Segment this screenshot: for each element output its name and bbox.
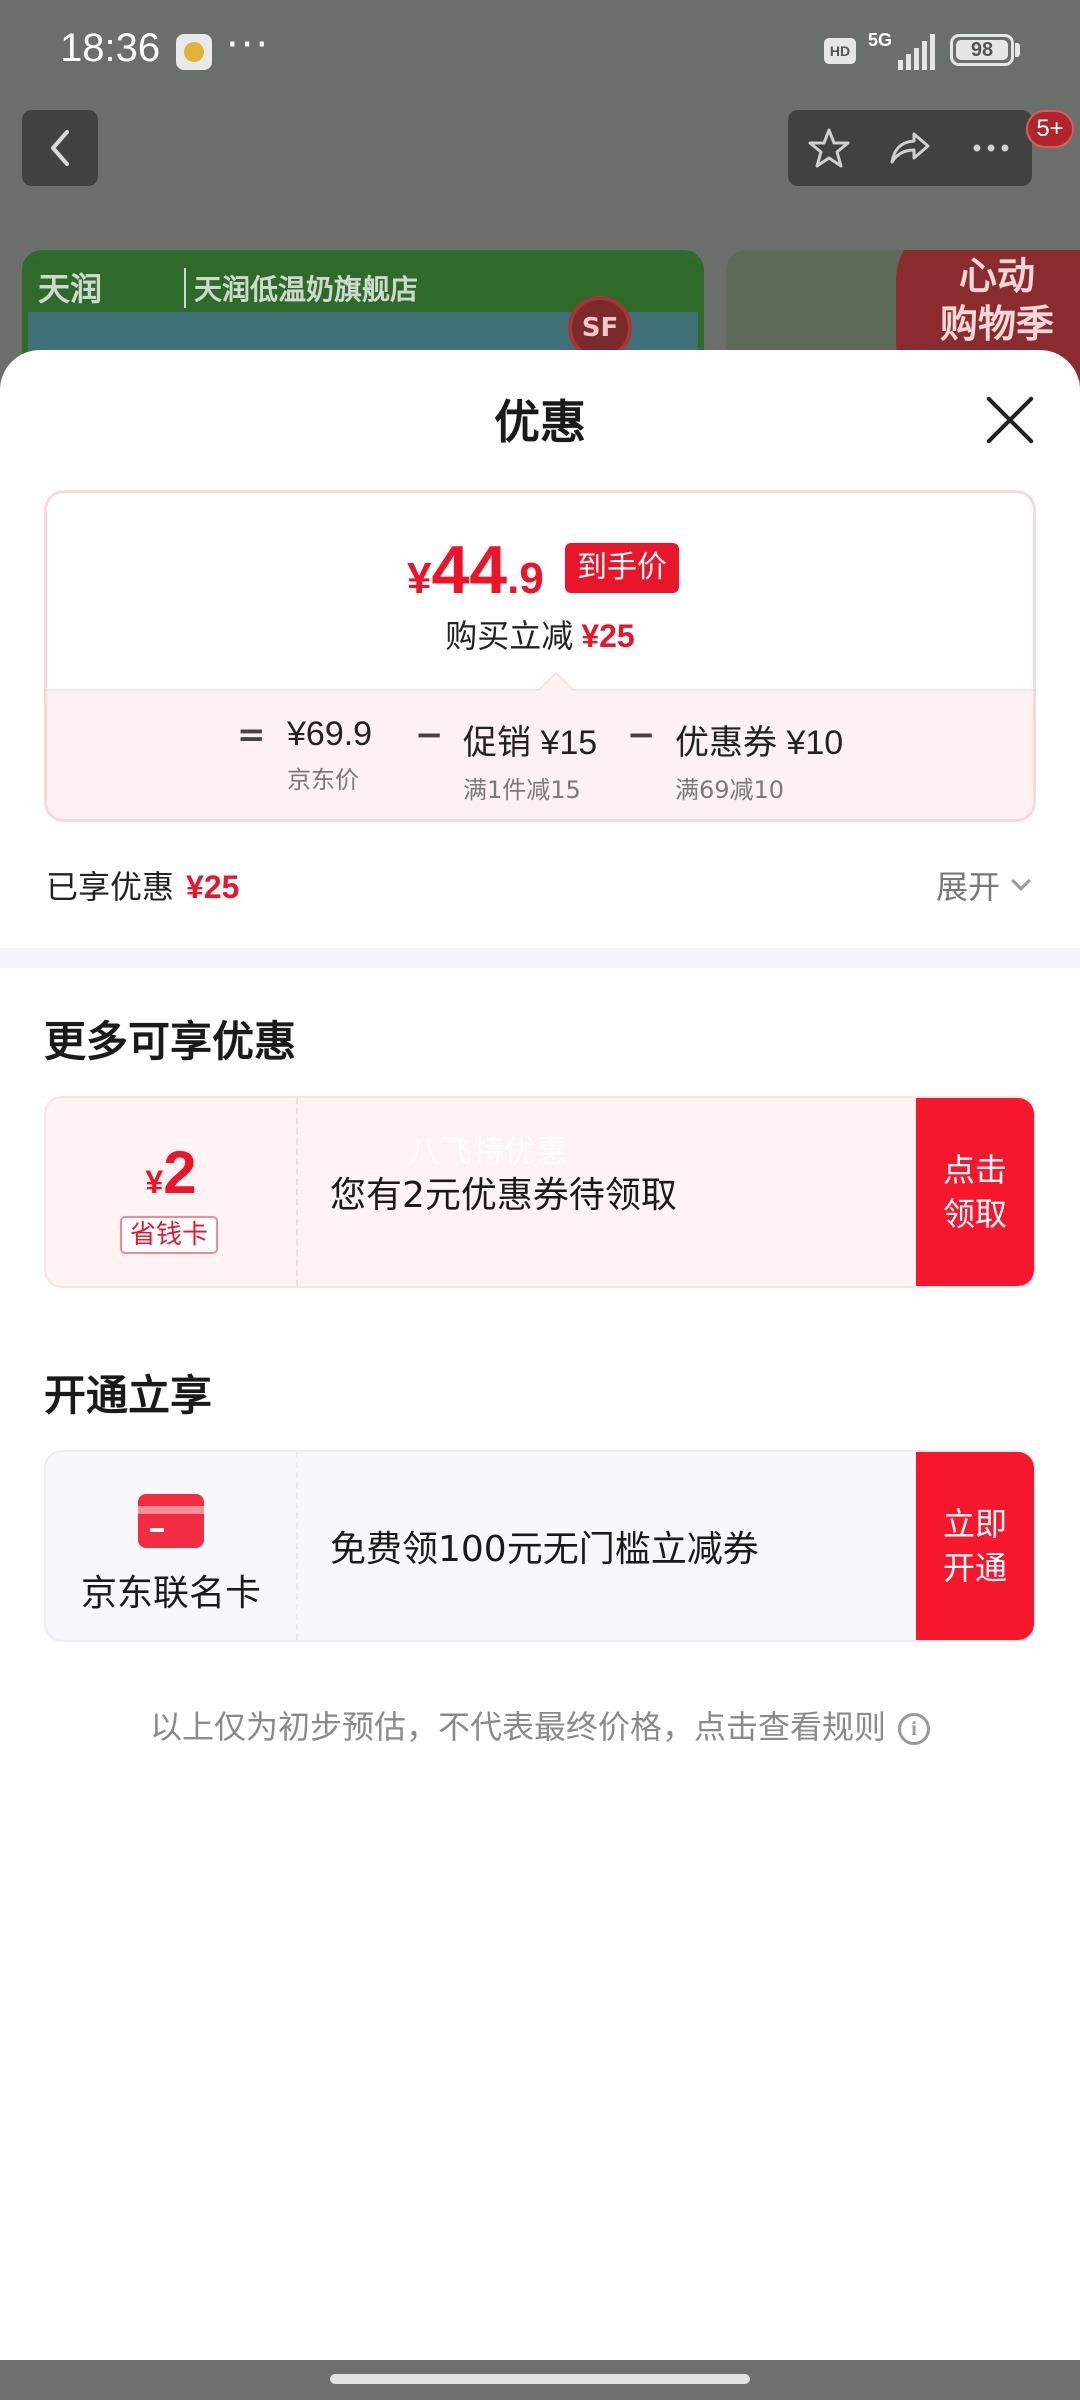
top-actions-bar xyxy=(788,110,1032,186)
coupon-description: 您有2元优惠券待领取 xyxy=(330,1175,677,1216)
close-button[interactable] xyxy=(980,390,1040,450)
network-type: 5G xyxy=(868,30,893,50)
breakdown-main: 优惠券 ¥10 xyxy=(675,724,844,762)
breakdown-promotion: 促销 ¥15 满1件减15 xyxy=(463,715,597,805)
credit-card-icon xyxy=(138,1494,204,1548)
info-icon[interactable]: i xyxy=(898,1713,930,1745)
disclaimer-text: 以上仅为初步预估，不代表最终价格，点击查看规则 xyxy=(149,1708,886,1746)
breakdown-coupon: 优惠券 ¥10 满69减10 xyxy=(675,715,843,805)
breakdown-sub: 京东价 xyxy=(287,766,359,794)
back-button[interactable] xyxy=(22,110,98,186)
status-bar: 18:36 ··· HD 5G 98 xyxy=(0,0,1080,100)
signal-icon xyxy=(898,34,935,70)
minus-sign: − xyxy=(415,715,444,755)
breakdown-main: ¥69.9 xyxy=(287,715,373,753)
price-summary-top: ¥44.9 到手价 购买立减 ¥25 xyxy=(47,493,1033,689)
activate-title: 开通立享 xyxy=(44,1371,213,1420)
section-divider xyxy=(0,948,1080,968)
claim-button-line-1: 点击 xyxy=(942,1151,1007,1189)
enjoyed-amount: ¥25 xyxy=(186,869,240,905)
final-price: ¥44.9 xyxy=(407,531,544,609)
reduction-label: 购买立减 xyxy=(445,617,574,655)
enjoyed-discount: 已享优惠 ¥25 xyxy=(46,862,239,908)
coupon-description-area: 八飞特优惠 您有2元优惠券待领取 xyxy=(298,1098,918,1286)
cobrand-card-offer[interactable]: 京东联名卡 免费领100元无门槛立减券 立即 开通 xyxy=(44,1450,1036,1642)
money-saver-card-tag: 省钱卡 xyxy=(120,1216,219,1254)
weather-icon xyxy=(176,34,212,70)
activate-now-button[interactable]: 立即 开通 xyxy=(916,1452,1034,1640)
breakdown-sub: 满1件减15 xyxy=(463,776,581,804)
favorite-star-icon[interactable] xyxy=(807,126,851,170)
cobrand-description-area: 免费领100元无门槛立减券 xyxy=(298,1452,918,1640)
battery-icon: 98 xyxy=(950,34,1014,66)
battery-tip xyxy=(1015,43,1020,57)
breakdown-jd-price: ¥69.9 京东价 xyxy=(287,715,372,795)
battery-level: 98 xyxy=(956,40,1008,60)
store-name: 天润低温奶旗舰店 xyxy=(184,268,418,308)
coupon-left: ¥2 省钱卡 xyxy=(46,1098,298,1286)
system-nav-bar xyxy=(0,2360,1080,2400)
claim-coupon-button[interactable]: 点击 领取 xyxy=(916,1098,1034,1286)
final-price-decimal: .9 xyxy=(507,554,544,603)
breakdown-main: 促销 ¥15 xyxy=(463,724,598,762)
claim-button-label: 点击 领取 xyxy=(943,1148,1007,1236)
status-time: 18:36 xyxy=(60,26,161,70)
more-notifications-icon: ··· xyxy=(226,22,271,68)
chevron-left-icon xyxy=(51,130,69,166)
more-options-icon[interactable] xyxy=(969,126,1013,170)
price-summary-card: ¥44.9 到手价 购买立减 ¥25 = ¥69.9 京东价 − 促销 ¥15 满… xyxy=(44,490,1036,822)
background-product-page: 18:36 ··· HD 5G 98 5+ 天润 天润低温奶旗舰店 SF 心动 … xyxy=(0,0,1080,380)
cart-count-badge: 5+ xyxy=(1026,110,1074,148)
coupon-amount: ¥2 xyxy=(46,1138,296,1207)
expand-button[interactable]: 展开 xyxy=(936,862,1000,908)
promo-line-2: 购物季 xyxy=(939,302,1054,346)
coupon-currency: ¥ xyxy=(145,1164,164,1200)
coupon-offer-card[interactable]: ¥2 省钱卡 八飞特优惠 您有2元优惠券待领取 点击 领取 xyxy=(44,1096,1036,1288)
share-icon[interactable] xyxy=(888,126,932,170)
home-indicator[interactable] xyxy=(330,2374,750,2384)
cobrand-card-left: 京东联名卡 xyxy=(46,1452,298,1640)
hd-icon: HD xyxy=(824,38,856,64)
minus-sign: − xyxy=(627,715,656,755)
promo-line-1: 心动 xyxy=(958,254,1035,298)
breakdown-sub: 满69减10 xyxy=(675,776,785,804)
final-price-currency: ¥ xyxy=(407,554,432,603)
purchase-reduction: 购买立减 ¥25 xyxy=(47,611,1033,657)
activate-button-line-1: 立即 xyxy=(942,1505,1007,1543)
claim-button-line-2: 领取 xyxy=(942,1195,1007,1233)
activate-button-line-2: 开通 xyxy=(942,1549,1007,1587)
promo-text: 心动 购物季 xyxy=(922,252,1072,348)
activate-button-label: 立即 开通 xyxy=(943,1502,1007,1590)
final-price-tag: 到手价 xyxy=(565,543,679,593)
cobrand-description: 免费领100元无门槛立减券 xyxy=(330,1529,759,1570)
sheet-title: 优惠 xyxy=(494,395,586,449)
chevron-down-icon[interactable] xyxy=(1011,871,1031,891)
enjoyed-label: 已享优惠 xyxy=(46,868,175,906)
store-logo: 天润 xyxy=(38,270,103,308)
equals-sign: = xyxy=(237,715,266,755)
coupon-value: 2 xyxy=(163,1139,197,1206)
reduction-amount: ¥25 xyxy=(581,618,635,654)
more-offers-title: 更多可享优惠 xyxy=(44,1017,297,1066)
discount-sheet: 优惠 ¥44.9 到手价 购买立减 ¥25 = ¥69.9 京东价 − 促销 ¥1… xyxy=(0,350,1080,2360)
cobrand-card-name: 京东联名卡 xyxy=(80,1573,261,1614)
final-price-integer: 44 xyxy=(431,532,508,608)
disclaimer-link[interactable]: 以上仅为初步预估，不代表最终价格，点击查看规则 i xyxy=(0,1702,1080,1748)
